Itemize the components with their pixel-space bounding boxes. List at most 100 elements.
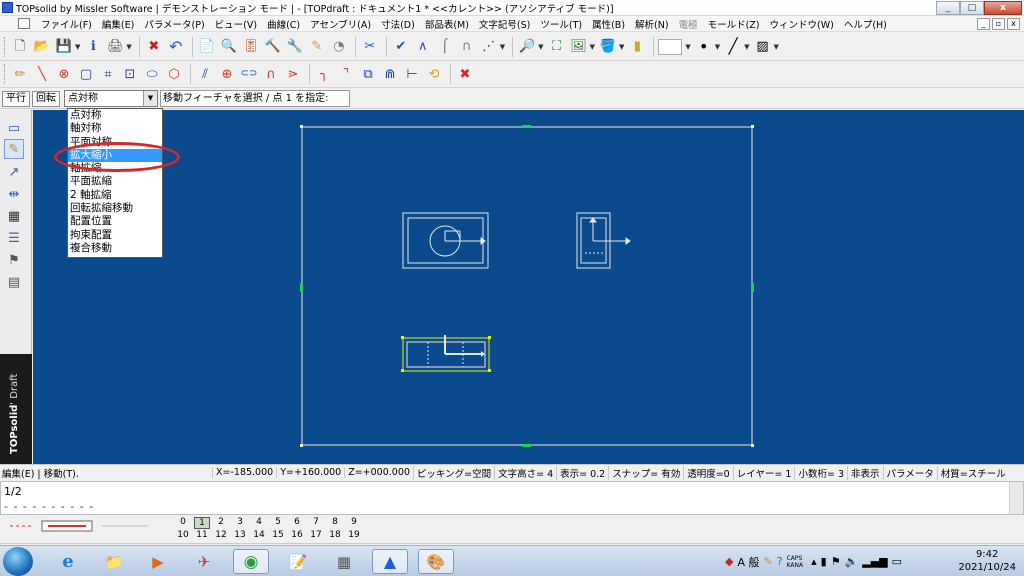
menu-curve[interactable]: 曲線(C) [262, 17, 305, 31]
arrow-icon[interactable]: ↗ [4, 162, 24, 182]
rotate-button[interactable]: 回転 [32, 90, 60, 107]
option-plane-scale[interactable]: 平面拡縮 [68, 175, 162, 188]
tray-tools-icon[interactable]: ✎ [764, 555, 773, 568]
layer-button[interactable]: 0 [175, 517, 191, 527]
ellipse-icon[interactable]: ⬭ [142, 64, 162, 84]
save-dropdown-icon[interactable]: ▼ [75, 43, 80, 51]
hook-icon[interactable]: ⌠ [435, 37, 455, 57]
ime-indicator[interactable]: A 般 [737, 554, 759, 570]
chrome-icon[interactable]: ◉ [233, 549, 269, 574]
layer-button-current[interactable]: 1 [194, 517, 210, 529]
document-properties-icon[interactable]: 📄 [197, 37, 217, 57]
point-style-icon[interactable]: • [694, 37, 714, 57]
equalizer-icon[interactable]: 🎚 [241, 37, 261, 57]
option-axis-symmetry[interactable]: 軸対称 [68, 122, 162, 135]
snap-dropdown-icon[interactable]: ▼ [500, 43, 505, 51]
status-text-height[interactable]: 文字高さ= 4 [494, 465, 556, 480]
delete-x-icon[interactable]: ✖ [144, 37, 164, 57]
toolbar-grip[interactable] [4, 36, 7, 57]
arch-icon[interactable]: ⋒ [380, 64, 400, 84]
volume-icon[interactable]: 🔈 [845, 555, 859, 568]
check-icon[interactable]: ✔ [391, 37, 411, 57]
status-layer[interactable]: レイヤー= 1 [732, 465, 795, 480]
dimension-icon[interactable]: ⊡ [120, 64, 140, 84]
menu-help[interactable]: ヘルプ(H) [839, 17, 892, 31]
history-scrollbar[interactable] [1009, 482, 1023, 514]
battery-icon[interactable]: ▮ [627, 37, 647, 57]
paint-app-icon[interactable]: 🎨 [418, 549, 454, 574]
compass-icon[interactable]: ∧ [413, 37, 433, 57]
extend-icon[interactable]: ⊢ [402, 64, 422, 84]
layer-button[interactable]: 8 [327, 517, 343, 527]
pencil-icon[interactable]: ✏ [10, 64, 30, 84]
status-hidden[interactable]: 非表示 [847, 465, 883, 480]
calculator-icon[interactable]: ▦ [326, 549, 362, 574]
tangent-icon[interactable]: ⟲ [424, 64, 444, 84]
angle-icon[interactable]: ⋗ [283, 64, 303, 84]
table-grid-icon[interactable]: ▦ [4, 206, 24, 226]
slot-icon[interactable]: ⊂⊃ [239, 64, 259, 84]
crosshair-icon[interactable]: ⊕ [217, 64, 237, 84]
undo-icon[interactable]: ↶ [166, 37, 186, 57]
layer-button[interactable]: 11 [194, 530, 210, 540]
layer-button[interactable]: 12 [213, 530, 229, 540]
status-display[interactable]: 表示= 0.2 [556, 465, 608, 480]
pen-icon[interactable]: ✎ [4, 139, 24, 159]
tools-icon[interactable]: 🔧 [285, 37, 305, 57]
hammer-icon[interactable]: 🔨 [263, 37, 283, 57]
red-cancel-icon[interactable]: ✖ [455, 64, 475, 84]
translate-button[interactable]: 平行 [2, 90, 30, 107]
transform-type-combo[interactable]: 点対称 ▼ [64, 90, 158, 107]
drawing-svg[interactable] [33, 110, 1024, 464]
layer-button[interactable]: 5 [270, 517, 286, 527]
line-style-swatches[interactable] [6, 520, 156, 532]
hatch-style-icon[interactable]: ▨ [753, 37, 773, 57]
layer-button[interactable]: 18 [327, 530, 343, 540]
layer-button[interactable]: 14 [251, 530, 267, 540]
doc-close-button[interactable]: x [1007, 17, 1020, 30]
layer-button[interactable]: 6 [289, 517, 305, 527]
status-material[interactable]: 材質=スチール [936, 465, 1009, 480]
grid-snap-icon[interactable]: ⋰ [479, 37, 499, 57]
menu-edit[interactable]: 編集(E) [97, 17, 139, 31]
status-snap[interactable]: スナップ= 有効 [608, 465, 683, 480]
scissors-icon[interactable]: ✂ [360, 37, 380, 57]
layer-button[interactable]: 13 [232, 530, 248, 540]
trim-icon[interactable]: ⌗ [98, 64, 118, 84]
window-icon[interactable]: ▭ [4, 118, 24, 138]
line-style-dropdown-icon[interactable]: ▼ [744, 43, 749, 51]
properties-icon[interactable]: ℹ [83, 37, 103, 57]
color-dropdown-icon[interactable]: ▼ [685, 43, 690, 51]
status-picking[interactable]: ピッキング=空間 [412, 465, 494, 480]
option-point-symmetry[interactable]: 点対称 [68, 109, 162, 122]
drawing-canvas[interactable] [33, 110, 1024, 464]
chamfer-icon[interactable]: ⌝ [336, 64, 356, 84]
close-button[interactable]: x [984, 0, 1022, 15]
doc-minimize-button[interactable]: _ [977, 17, 990, 30]
layer-button[interactable]: 15 [270, 530, 286, 540]
command-history[interactable]: 1/2 - - - - - - - - - - [0, 481, 1024, 515]
save-icon[interactable]: 💾 [54, 37, 74, 57]
menu-tools[interactable]: ツール(T) [535, 17, 587, 31]
status-transparency[interactable]: 透明度=0 [683, 465, 733, 480]
color-selector[interactable] [658, 38, 683, 55]
menu-analysis[interactable]: 解析(N) [630, 17, 674, 31]
magnet-icon[interactable]: ∩ [457, 37, 477, 57]
menu-attributes[interactable]: 属性(B) [587, 17, 630, 31]
circle-point-icon[interactable]: ⊗ [54, 64, 74, 84]
topsolid-app-icon[interactable]: ▲ [372, 549, 408, 574]
taskbar-clock[interactable]: 9:42 2021/10/24 [958, 548, 1016, 574]
layer-button[interactable]: 2 [213, 517, 229, 527]
option-rotate-scale-move[interactable]: 回転拡縮移動 [68, 202, 162, 215]
option-constraint-placement[interactable]: 拘束配置 [68, 229, 162, 242]
menu-window[interactable]: ウィンドウ(W) [765, 17, 839, 31]
search-elements-icon[interactable]: 🔍 [219, 37, 239, 57]
rectangle-icon[interactable]: ▢ [76, 64, 96, 84]
minimize-button[interactable]: _ [936, 0, 960, 15]
power-icon[interactable]: ▭ [892, 555, 902, 568]
layer-button[interactable]: 17 [308, 530, 324, 540]
chevron-down-icon[interactable]: ▼ [143, 91, 157, 106]
corner-fillet-icon[interactable]: ╮ [314, 64, 334, 84]
view-dropdown-icon[interactable]: ▼ [590, 43, 595, 51]
layer-button[interactable]: 3 [232, 517, 248, 527]
